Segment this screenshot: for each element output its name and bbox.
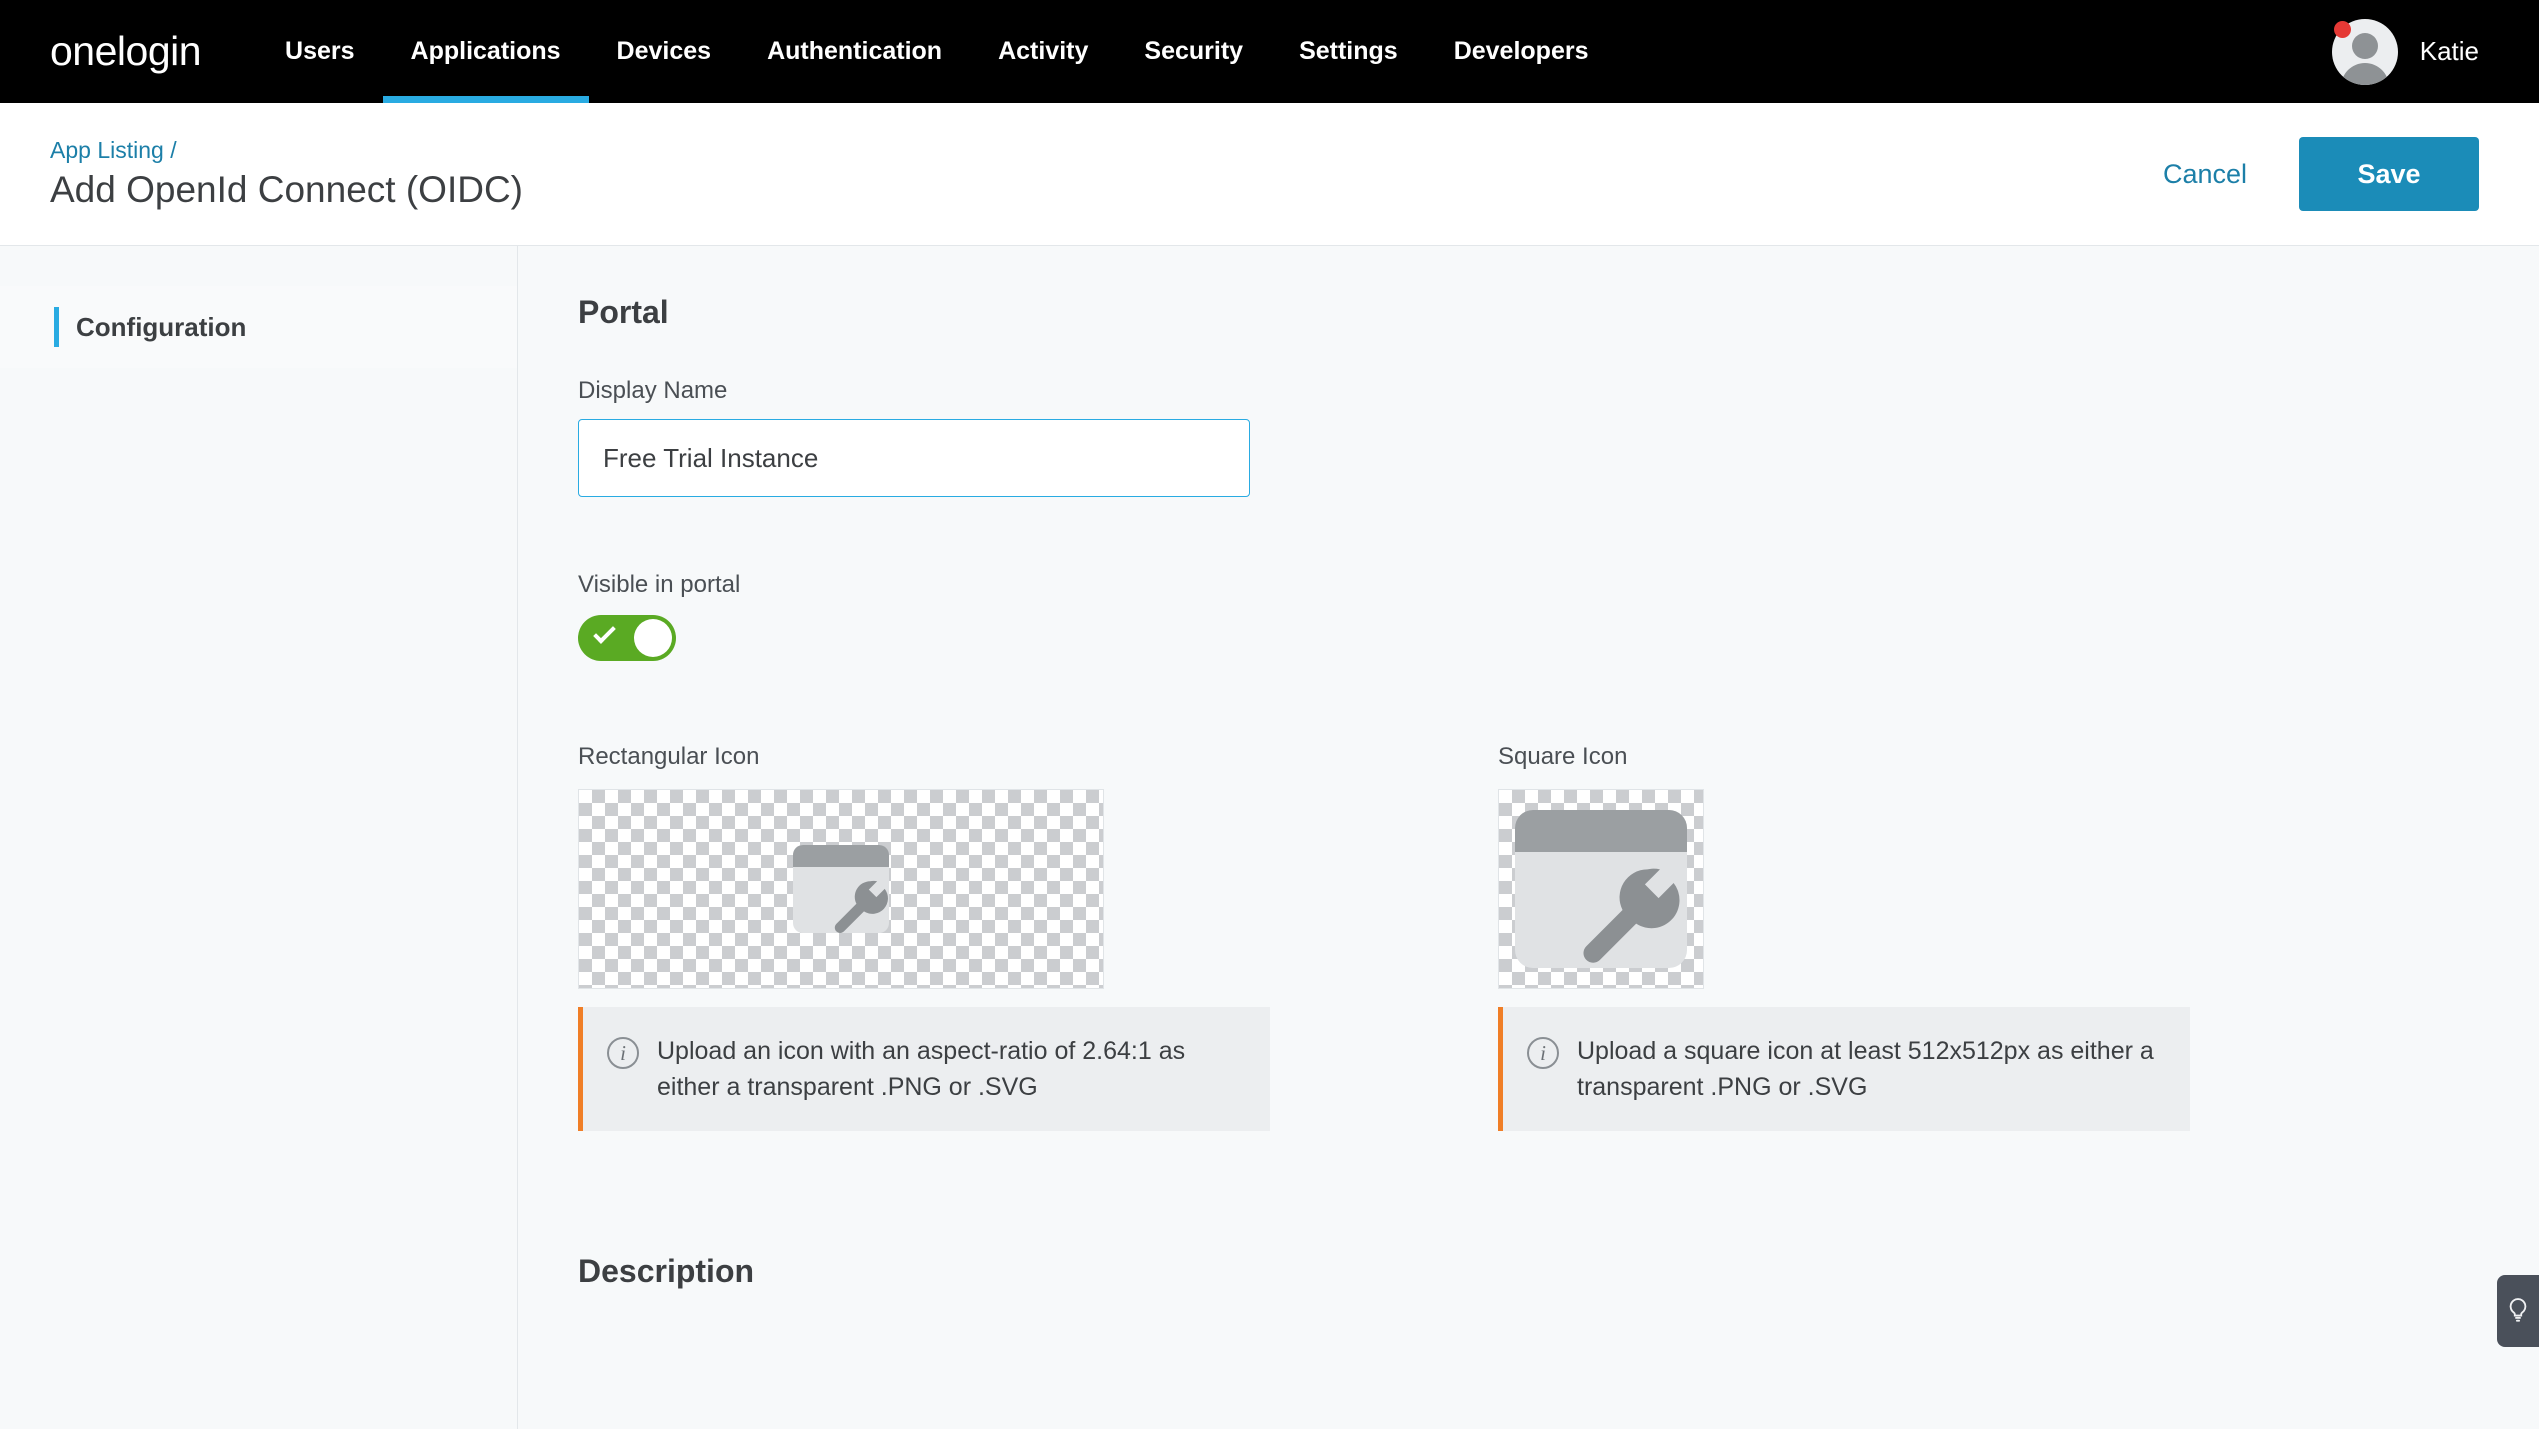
square-icon-info-text: Upload a square icon at least 512x512px …	[1577, 1033, 2157, 1105]
description-section-title: Description	[578, 1253, 2539, 1290]
display-name-label: Display Name	[578, 377, 2539, 405]
page-title: Add OpenId Connect (OIDC)	[50, 170, 523, 211]
rectangular-icon-info-box: i Upload an icon with an aspect-ratio of…	[578, 1007, 1270, 1131]
icons-row: Rectangular Icon i Upload an ico	[578, 743, 2539, 1131]
page-header-bar: App Listing / Add OpenId Connect (OIDC) …	[0, 103, 2539, 246]
breadcrumb[interactable]: App Listing /	[50, 137, 523, 164]
cancel-button[interactable]: Cancel	[2159, 153, 2251, 196]
display-name-input[interactable]	[578, 419, 1250, 497]
nav-item-devices[interactable]: Devices	[589, 0, 740, 103]
portal-section-title: Portal	[578, 294, 2539, 331]
nav-item-security[interactable]: Security	[1116, 0, 1271, 103]
nav-item-settings[interactable]: Settings	[1271, 0, 1426, 103]
sidebar-item-label: Configuration	[76, 312, 246, 343]
sidebar: Configuration	[0, 246, 518, 1429]
primary-nav-links: Users Applications Devices Authenticatio…	[257, 0, 1616, 103]
configuration-panel: Portal Display Name Visible in portal Re…	[518, 246, 2539, 1429]
app-window-wrench-icon	[793, 845, 889, 933]
app-window-titlebar	[1515, 810, 1687, 852]
user-menu[interactable]: Katie	[2332, 19, 2539, 85]
header-actions: Cancel Save	[2159, 137, 2479, 211]
rectangular-icon-group: Rectangular Icon i Upload an ico	[578, 743, 1270, 1131]
square-icon-info-box: i Upload a square icon at least 512x512p…	[1498, 1007, 2190, 1131]
page-body: Configuration Portal Display Name Visibl…	[0, 246, 2539, 1429]
notification-dot-icon	[2334, 21, 2351, 38]
info-circle-icon: i	[607, 1037, 639, 1069]
wrench-icon	[1573, 858, 1685, 970]
avatar-head	[2352, 33, 2378, 59]
user-name-label: Katie	[2420, 36, 2479, 67]
rectangular-icon-info-text: Upload an icon with an aspect-ratio of 2…	[657, 1033, 1237, 1105]
nav-item-authentication[interactable]: Authentication	[739, 0, 970, 103]
check-icon	[593, 621, 616, 644]
rectangular-icon-upload-area[interactable]	[578, 789, 1104, 989]
wrench-icon	[829, 875, 891, 937]
rectangular-icon-label: Rectangular Icon	[578, 743, 1270, 771]
save-button[interactable]: Save	[2299, 137, 2479, 211]
lightbulb-icon	[2507, 1297, 2529, 1325]
visible-in-portal-group: Visible in portal	[578, 571, 2539, 661]
nav-item-applications[interactable]: Applications	[383, 0, 589, 103]
info-circle-icon: i	[1527, 1037, 1559, 1069]
visible-in-portal-label: Visible in portal	[578, 571, 2539, 599]
sidebar-item-configuration[interactable]: Configuration	[0, 286, 517, 368]
display-name-field-group: Display Name	[578, 377, 2539, 497]
nav-item-activity[interactable]: Activity	[970, 0, 1116, 103]
nav-item-developers[interactable]: Developers	[1426, 0, 1617, 103]
onelogin-logo[interactable]: onelogin	[50, 31, 201, 72]
header-titles: App Listing / Add OpenId Connect (OIDC)	[50, 137, 523, 211]
toggle-knob	[634, 619, 672, 657]
square-icon-group: Square Icon i Upload a square ic	[1498, 743, 2190, 1131]
avatar[interactable]	[2332, 19, 2398, 85]
square-icon-label: Square Icon	[1498, 743, 2190, 771]
app-window-wrench-icon	[1515, 810, 1687, 968]
nav-item-users[interactable]: Users	[257, 0, 383, 103]
avatar-body	[2341, 63, 2389, 85]
help-tab-button[interactable]	[2497, 1275, 2539, 1347]
top-navigation-bar: onelogin Users Applications Devices Auth…	[0, 0, 2539, 103]
square-icon-upload-area[interactable]	[1498, 789, 1704, 989]
app-window-titlebar	[793, 845, 889, 867]
visible-in-portal-toggle[interactable]	[578, 615, 676, 661]
